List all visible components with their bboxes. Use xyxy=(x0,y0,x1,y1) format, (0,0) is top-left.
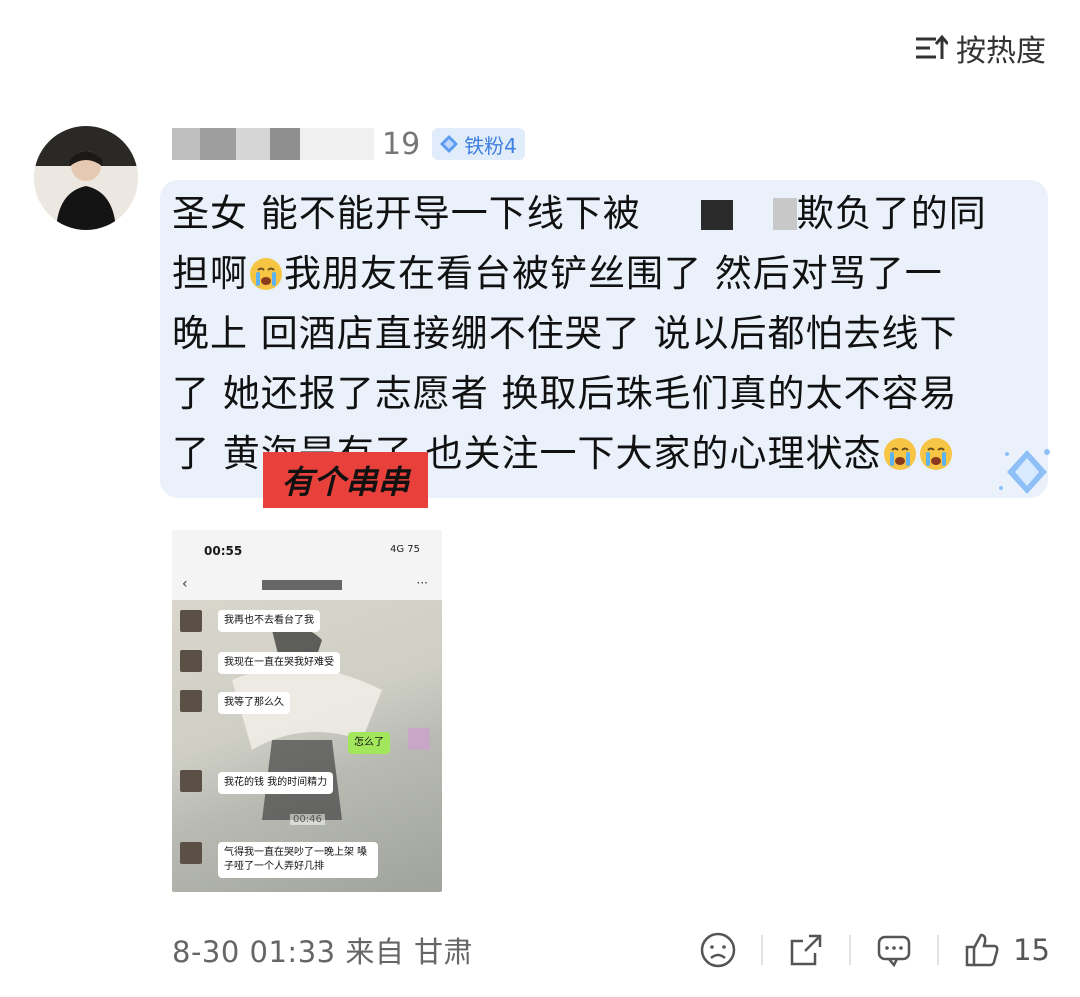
image-back-icon: ‹ xyxy=(182,576,188,592)
action-divider xyxy=(849,935,852,965)
like-count: 15 xyxy=(1013,933,1050,967)
action-divider xyxy=(761,935,764,965)
chat-avatar xyxy=(180,842,202,864)
chat-message: 我再也不去看台了我 xyxy=(218,610,320,632)
redacted-name xyxy=(236,128,270,160)
diamond-icon xyxy=(440,135,459,153)
comment-icon xyxy=(877,935,911,968)
share-button[interactable] xyxy=(787,931,825,969)
username-suffix: 19 xyxy=(382,126,421,162)
like-icon xyxy=(965,933,999,967)
chat-avatar xyxy=(180,690,202,712)
like-button[interactable]: 15 xyxy=(963,931,1050,969)
dislike-button[interactable] xyxy=(699,931,737,969)
dislike-icon xyxy=(700,932,736,968)
chat-avatar xyxy=(408,728,430,750)
crying-emoji-icon xyxy=(919,438,952,470)
bubble-diamond-icon xyxy=(999,449,1050,494)
comment-button[interactable] xyxy=(875,931,913,969)
sort-icon xyxy=(916,34,948,59)
chat-message: 怎么了 xyxy=(348,732,390,754)
comment-line: 了 她还报了志愿者 换取后珠毛们真的太不容易 xyxy=(172,372,958,415)
username[interactable] xyxy=(172,128,374,160)
image-signal: 4G 75 xyxy=(389,544,420,555)
crying-emoji-icon xyxy=(883,438,916,470)
chat-message: 我花的钱 我的时间精力 xyxy=(218,772,334,794)
avatar[interactable] xyxy=(34,126,138,230)
redacted-name xyxy=(200,128,236,160)
crying-emoji-icon xyxy=(250,258,282,290)
share-icon xyxy=(790,934,822,966)
redacted-name xyxy=(270,128,300,160)
image-status-bar: 00:55 4G 75 xyxy=(172,530,442,570)
sort-label: 按热度 xyxy=(956,34,1046,69)
image-nav: ‹ ··· xyxy=(172,570,442,600)
chat-avatar xyxy=(180,610,202,632)
comment-footer: 8-30 01:33 来自 甘肃 15 xyxy=(172,928,1050,972)
image-title-redacted xyxy=(262,580,342,590)
chat-message: 我现在一直在哭我好难受 xyxy=(218,652,340,674)
redacted-name xyxy=(300,128,374,160)
chat-avatar xyxy=(180,770,202,792)
chat-timestamp: 00:46 xyxy=(290,814,325,825)
redacted-name xyxy=(172,128,200,160)
watermark-tag: 有个串串 xyxy=(263,452,428,508)
user-line: 19 铁粉4 xyxy=(172,126,525,162)
attached-image[interactable]: 00:55 4G 75 ‹ ··· 我再也不去看台了我 我现在一直在哭我好难受 … xyxy=(172,530,442,892)
comment-line: 晚上 回酒店直接绷不住哭了 说以后都怕去线下 xyxy=(172,312,958,355)
redacted-mark xyxy=(700,200,733,230)
action-divider xyxy=(937,935,940,965)
image-time: 00:55 xyxy=(204,544,243,558)
sort-toggle[interactable]: 按热度 xyxy=(914,26,1046,70)
action-bar: 15 xyxy=(699,931,1050,969)
comment-line: 担啊 我朋友在看台被铲丝围了 然后对骂了一 xyxy=(172,252,943,295)
badge-label: 铁粉4 xyxy=(464,133,517,158)
redacted-mark xyxy=(772,198,797,230)
comment-line: 圣女 能不能开导一下线下被 欺负了的同 xyxy=(172,192,987,235)
image-more-icon: ··· xyxy=(416,576,428,590)
chat-message: 气得我一直在哭吵了一晚上架 嗓子哑了一个人弄好几排 xyxy=(218,842,378,878)
fan-badge[interactable]: 铁粉4 xyxy=(432,128,525,160)
avatar-image xyxy=(34,126,138,230)
chat-avatar xyxy=(180,650,202,672)
comment-meta: 8-30 01:33 来自 甘肃 xyxy=(172,935,474,969)
chat-message: 我等了那么久 xyxy=(218,692,290,714)
comment-text: 圣女 能不能开导一下线下被 欺负了的同 担啊 我朋友在看台被铲丝围了 然后对骂了一 … xyxy=(172,184,1032,484)
